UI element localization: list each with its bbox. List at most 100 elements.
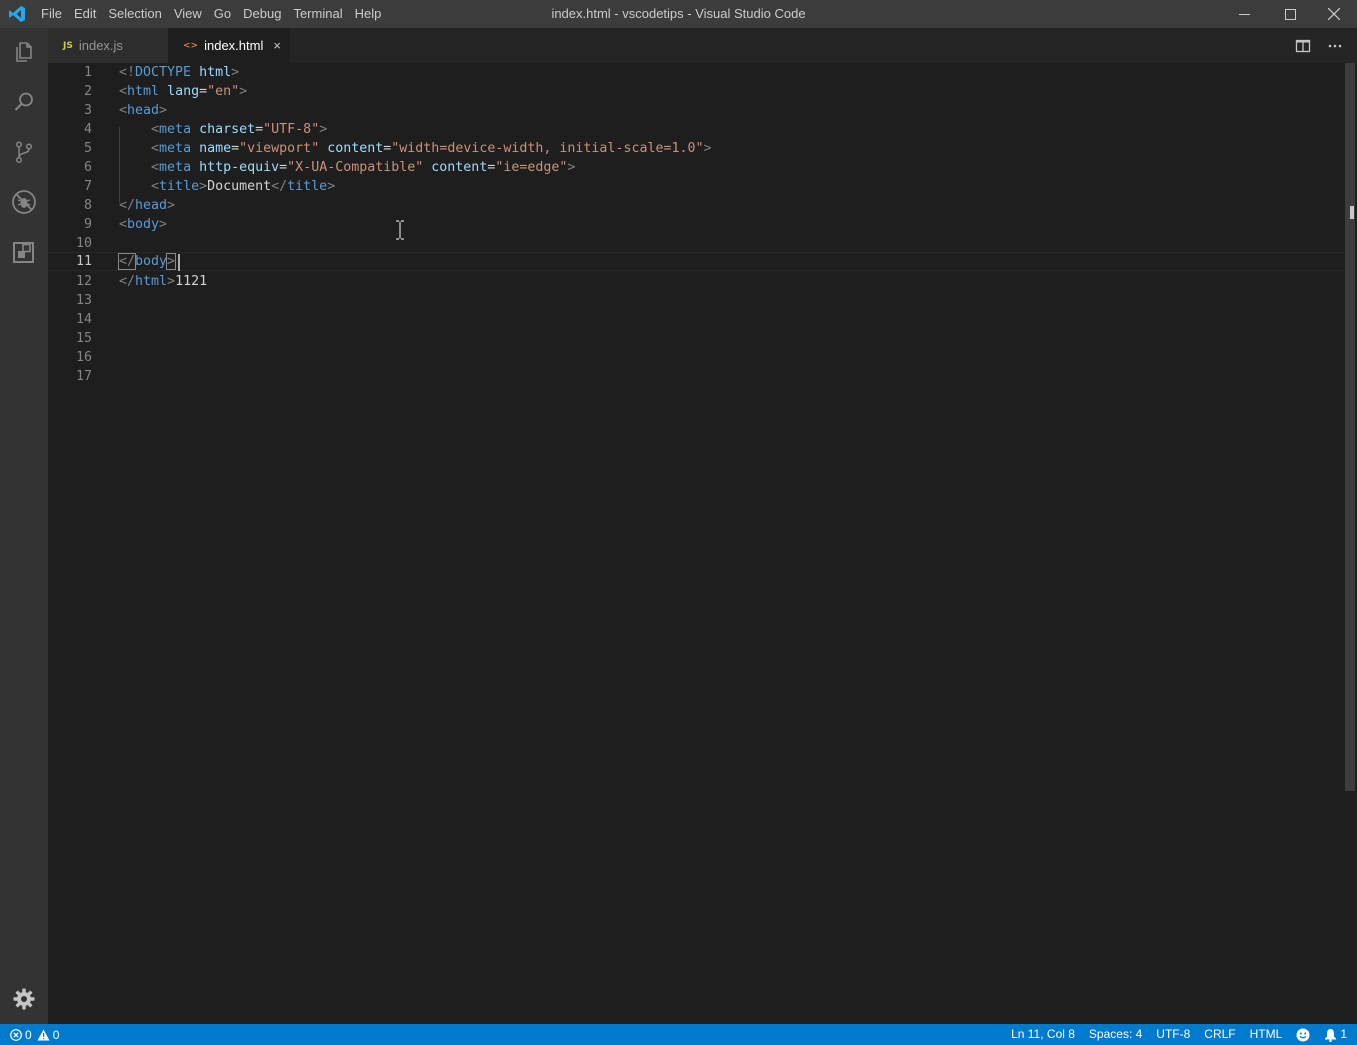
line-content: </body> <box>117 253 177 270</box>
error-icon <box>10 1028 22 1041</box>
line-number: 15 <box>75 331 92 346</box>
line-number: 13 <box>75 293 92 308</box>
line-number: 17 <box>75 369 92 384</box>
line-content: <html lang="en"> <box>119 84 248 99</box>
menu-view[interactable]: View <box>168 0 208 28</box>
line-content: <head> <box>119 103 168 118</box>
debug-button[interactable] <box>0 178 48 226</box>
menu-edit[interactable]: Edit <box>68 0 102 28</box>
tab-index-js[interactable]: JS index.js <box>48 28 168 63</box>
line-content: </html>1121 <box>119 274 208 289</box>
warning-count: 0 <box>52 1027 60 1042</box>
line-content: <title>Document</title> <box>151 179 336 194</box>
source-control-icon <box>15 141 33 164</box>
notification-count: 1 <box>1340 1027 1347 1041</box>
menu-selection[interactable]: Selection <box>102 0 167 28</box>
smiley-icon <box>1296 1028 1310 1041</box>
minimize-button[interactable] <box>1221 0 1267 28</box>
more-actions-button[interactable] <box>1319 28 1351 63</box>
explorer-icon <box>16 42 32 62</box>
bracket-match-close: > <box>166 253 177 270</box>
menu-debug[interactable]: Debug <box>237 0 287 28</box>
end-of-line[interactable]: CRLF <box>1204 1024 1235 1045</box>
more-icon <box>1328 44 1342 47</box>
notifications-button[interactable]: 1 <box>1324 1024 1347 1045</box>
source-control-button[interactable] <box>0 128 48 176</box>
feedback-button[interactable] <box>1296 1028 1310 1042</box>
line-number: 4 <box>83 122 92 137</box>
code-line[interactable]: 12 </html>1121 <box>48 272 1344 291</box>
search-button[interactable] <box>0 78 48 126</box>
line-number: 7 <box>83 179 92 194</box>
menu-terminal[interactable]: Terminal <box>287 0 348 28</box>
line-content: <meta charset="UTF-8"> <box>151 122 328 137</box>
code-line[interactable]: 5 <meta name="viewport" content="width=d… <box>48 139 1344 158</box>
code-line[interactable]: 4 <meta charset="UTF-8"> <box>48 120 1344 139</box>
scrollbar-cursor-marker <box>1350 206 1354 219</box>
line-number: 1 <box>83 65 92 80</box>
maximize-icon <box>1284 8 1296 20</box>
line-content: <meta http-equiv="X-UA-Compatible" conte… <box>151 160 576 175</box>
line-number: 10 <box>75 236 92 251</box>
menu-help[interactable]: Help <box>349 0 388 28</box>
code-line[interactable]: 13 <box>48 291 1344 310</box>
line-content: <body> <box>119 217 168 232</box>
code-line[interactable]: 8 </head> <box>48 196 1344 215</box>
menu-bar: File Edit Selection View Go Debug Termin… <box>35 0 387 28</box>
line-number: 11 <box>75 254 92 269</box>
code-line[interactable]: 16 <box>48 348 1344 367</box>
minimize-icon <box>1238 13 1250 15</box>
manage-button[interactable] <box>0 975 48 1023</box>
split-editor-button[interactable] <box>1287 28 1319 63</box>
code-line[interactable]: 2 <html lang="en"> <box>48 82 1344 101</box>
debug-icon <box>12 190 36 214</box>
vscode-logo-icon[interactable] <box>8 5 26 23</box>
editor-tabs: JS index.js <> index.html × <box>48 28 1357 63</box>
status-right-items: Ln 11, Col 8 Spaces: 4 UTF-8 CRLF HTML 1 <box>997 1024 1347 1045</box>
tab-close-icon[interactable]: × <box>273 38 281 53</box>
maximize-button[interactable] <box>1267 0 1313 28</box>
line-number: 8 <box>83 198 92 213</box>
extensions-button[interactable] <box>0 228 48 276</box>
javascript-file-icon: JS <box>63 40 73 51</box>
warning-icon <box>37 1029 50 1040</box>
search-icon <box>14 92 33 111</box>
code-line[interactable]: 15 <box>48 329 1344 348</box>
vertical-scrollbar[interactable] <box>1345 63 1355 791</box>
indentation[interactable]: Spaces: 4 <box>1089 1024 1142 1045</box>
tab-index-html[interactable]: <> index.html × <box>168 28 290 63</box>
menu-file[interactable]: File <box>35 0 68 28</box>
line-number: 14 <box>75 312 92 327</box>
language-mode[interactable]: HTML <box>1250 1024 1283 1045</box>
cursor-position[interactable]: Ln 11, Col 8 <box>1011 1024 1075 1045</box>
line-content: <meta name="viewport" content="width=dev… <box>151 141 712 156</box>
code-line[interactable]: 14 <box>48 310 1344 329</box>
code-line-current[interactable]: 11 </body> <box>48 252 1344 271</box>
code-line[interactable]: 10 <box>48 234 1344 253</box>
bell-icon <box>1325 1028 1337 1042</box>
tab-label: index.js <box>78 38 123 53</box>
menu-go[interactable]: Go <box>208 0 237 28</box>
close-window-button[interactable] <box>1311 0 1357 28</box>
explorer-button[interactable] <box>0 28 48 76</box>
title-bar: File Edit Selection View Go Debug Termin… <box>0 0 1357 28</box>
status-bar: 0 0 Ln 11, Col 8 Spaces: 4 UTF-8 CRLF HT… <box>0 1024 1357 1045</box>
line-number: 2 <box>83 84 92 99</box>
ibeam-pointer-icon <box>396 220 404 240</box>
encoding[interactable]: UTF-8 <box>1156 1024 1190 1045</box>
extensions-icon <box>13 242 34 263</box>
split-editor-icon <box>1295 39 1311 52</box>
code-line[interactable]: 3 <head> <box>48 101 1344 120</box>
editor-actions <box>1287 28 1351 63</box>
line-number: 5 <box>83 141 92 156</box>
code-line[interactable]: 9 <body> <box>48 215 1344 234</box>
bracket-match-open: </ <box>117 253 137 270</box>
code-line[interactable]: 6 <meta http-equiv="X-UA-Compatible" con… <box>48 158 1344 177</box>
code-editor[interactable]: 1 <!DOCTYPE html> 2 <html lang="en"> 3 <… <box>48 63 1357 1024</box>
status-problems[interactable]: 0 0 <box>10 1024 59 1045</box>
code-line[interactable]: 17 <box>48 367 1344 386</box>
text-cursor <box>178 254 180 271</box>
code-line[interactable]: 1 <!DOCTYPE html> <box>48 63 1344 82</box>
html-file-icon: <> <box>183 40 199 51</box>
code-line[interactable]: 7 <title>Document</title> <box>48 177 1344 196</box>
